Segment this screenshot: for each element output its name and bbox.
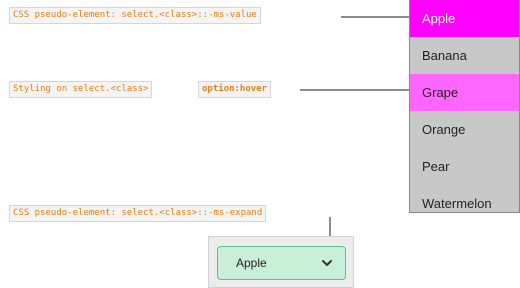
- hover-annotation-prefix: Styling on select.<class>: [9, 81, 153, 98]
- ms-expand-annotation: CSS pseudo-element: select.<class>::-ms-…: [9, 205, 267, 222]
- option-watermelon[interactable]: Watermelon: [410, 185, 519, 222]
- hover-annotation-suffix: option:hover: [198, 81, 272, 98]
- chevron-down-icon[interactable]: [321, 257, 333, 269]
- option-orange[interactable]: Orange: [410, 111, 519, 148]
- ms-value-connector: [341, 16, 413, 18]
- fruit-dropdown-list: Apple Banana Grape Orange Pear Watermelo…: [409, 0, 520, 213]
- hover-connector: [300, 89, 413, 91]
- ms-value-annotation: CSS pseudo-element: select.<class>::-ms-…: [9, 7, 261, 24]
- option-banana[interactable]: Banana: [410, 37, 519, 74]
- fruit-select[interactable]: Apple: [217, 246, 346, 280]
- option-apple[interactable]: Apple: [410, 0, 519, 37]
- option-pear[interactable]: Pear: [410, 148, 519, 185]
- select-value: Apple: [236, 256, 267, 270]
- option-grape[interactable]: Grape: [410, 74, 519, 111]
